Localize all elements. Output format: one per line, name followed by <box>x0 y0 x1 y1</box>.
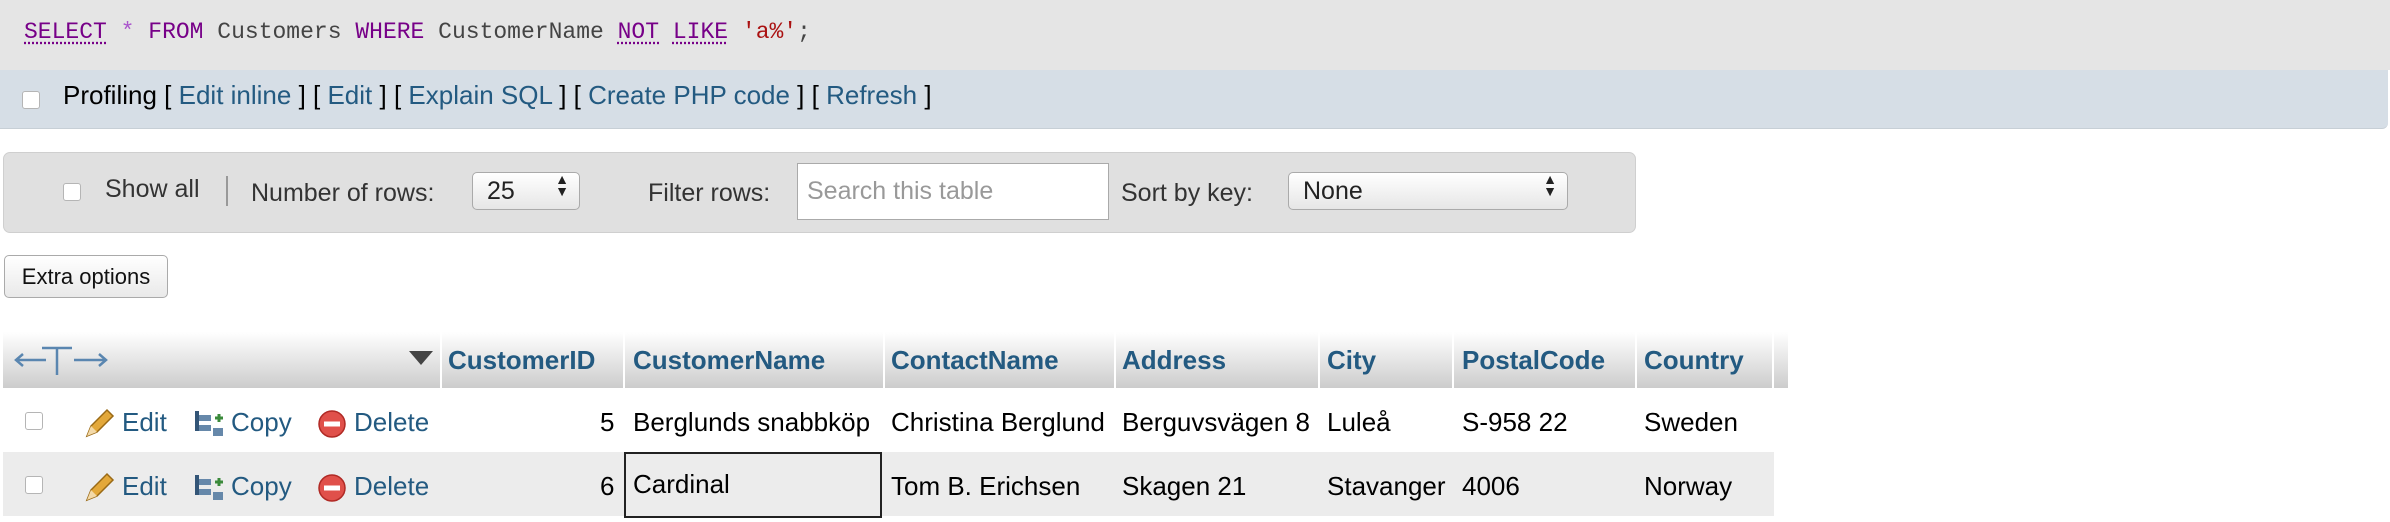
profiling-checkbox[interactable] <box>22 91 40 109</box>
rows-select[interactable]: 25 ▲ ▼ <box>472 172 580 210</box>
sql-query-text: SELECT * FROM Customers WHERE CustomerNa… <box>24 19 811 45</box>
row-select-checkbox[interactable] <box>25 412 43 430</box>
cell-country[interactable]: Sweden <box>1644 407 1738 437</box>
cell-customerid: 5 <box>600 407 615 437</box>
header-divider <box>440 332 442 388</box>
delete-icon <box>318 410 346 438</box>
select-arrows-icon: ▲ ▼ <box>555 171 569 199</box>
delete-icon <box>318 474 346 502</box>
profiling-label: Profiling <box>63 80 157 110</box>
nav-separator <box>226 176 228 206</box>
cell-address[interactable]: Berguvsvägen 8 <box>1122 407 1310 437</box>
edit-row-link[interactable]: Edit <box>122 471 167 501</box>
column-resize-arrows-icon[interactable] <box>12 343 110 377</box>
sort-by-key-label: Sort by key: <box>1121 179 1253 207</box>
sort-by-key-select[interactable]: None ▲ ▼ <box>1288 172 1568 210</box>
edit-row-link[interactable]: Edit <box>122 407 167 437</box>
copy-row-icon <box>195 411 223 436</box>
copy-row-link[interactable]: Copy <box>231 471 292 501</box>
pencil-icon <box>85 408 115 438</box>
explain-sql-link[interactable]: Explain SQL <box>408 80 552 110</box>
header-divider <box>1635 332 1637 388</box>
show-all-checkbox[interactable] <box>63 183 81 201</box>
filter-rows-label: Filter rows: <box>648 179 771 207</box>
column-header-country[interactable]: Country <box>1644 332 1744 388</box>
copy-row-link[interactable]: Copy <box>231 407 292 437</box>
rows-label: Number of rows: <box>251 179 435 207</box>
column-header-city[interactable]: City <box>1327 332 1376 388</box>
refresh-link[interactable]: Refresh <box>826 80 917 110</box>
column-header-address[interactable]: Address <box>1122 332 1226 388</box>
header-divider <box>623 332 625 388</box>
row-select-checkbox[interactable] <box>25 476 43 494</box>
cell-city[interactable]: Luleå <box>1327 407 1391 437</box>
copy-row-icon <box>195 475 223 500</box>
cell-postalcode[interactable]: 4006 <box>1462 471 1520 501</box>
cell-contactname[interactable]: Tom B. Erichsen <box>891 471 1080 501</box>
edit-inline-link[interactable]: Edit inline <box>179 80 292 110</box>
cell-postalcode[interactable]: S-958 22 <box>1462 407 1568 437</box>
select-arrows-icon: ▲ ▼ <box>1543 171 1557 199</box>
edit-link[interactable]: Edit <box>327 80 372 110</box>
column-header-postalcode[interactable]: PostalCode <box>1462 332 1605 388</box>
filter-rows-input[interactable] <box>797 163 1109 220</box>
extra-options-button[interactable]: Extra options <box>4 255 168 298</box>
cell-contactname[interactable]: Christina Berglund <box>891 407 1105 437</box>
header-divider <box>1772 332 1774 388</box>
profiling-links: Profiling [ Edit inline ] [ Edit ] [ Exp… <box>63 80 932 110</box>
cell-customername[interactable]: Berglunds snabbköp <box>633 407 870 437</box>
header-divider <box>1452 332 1454 388</box>
sort-dropdown-icon[interactable] <box>408 350 434 366</box>
cell-country[interactable]: Norway <box>1644 471 1732 501</box>
column-header-customerid[interactable]: CustomerID <box>448 332 595 388</box>
pencil-icon <box>85 472 115 502</box>
delete-row-link[interactable]: Delete <box>354 407 429 437</box>
delete-row-link[interactable]: Delete <box>354 471 429 501</box>
create-php-code-link[interactable]: Create PHP code <box>588 80 790 110</box>
header-divider <box>1114 332 1116 388</box>
show-all-label[interactable]: Show all <box>105 174 200 204</box>
column-header-contactname[interactable]: ContactName <box>891 332 1059 388</box>
cell-customername[interactable]: Cardinal <box>633 469 730 499</box>
header-divider <box>1318 332 1320 388</box>
sql-query-box: SELECT * FROM Customers WHERE CustomerNa… <box>0 0 2390 70</box>
cell-address[interactable]: Skagen 21 <box>1122 471 1246 501</box>
cell-customerid: 6 <box>600 471 615 501</box>
header-divider <box>883 332 885 388</box>
cell-city[interactable]: Stavanger <box>1327 471 1446 501</box>
column-header-customername[interactable]: CustomerName <box>633 332 825 388</box>
